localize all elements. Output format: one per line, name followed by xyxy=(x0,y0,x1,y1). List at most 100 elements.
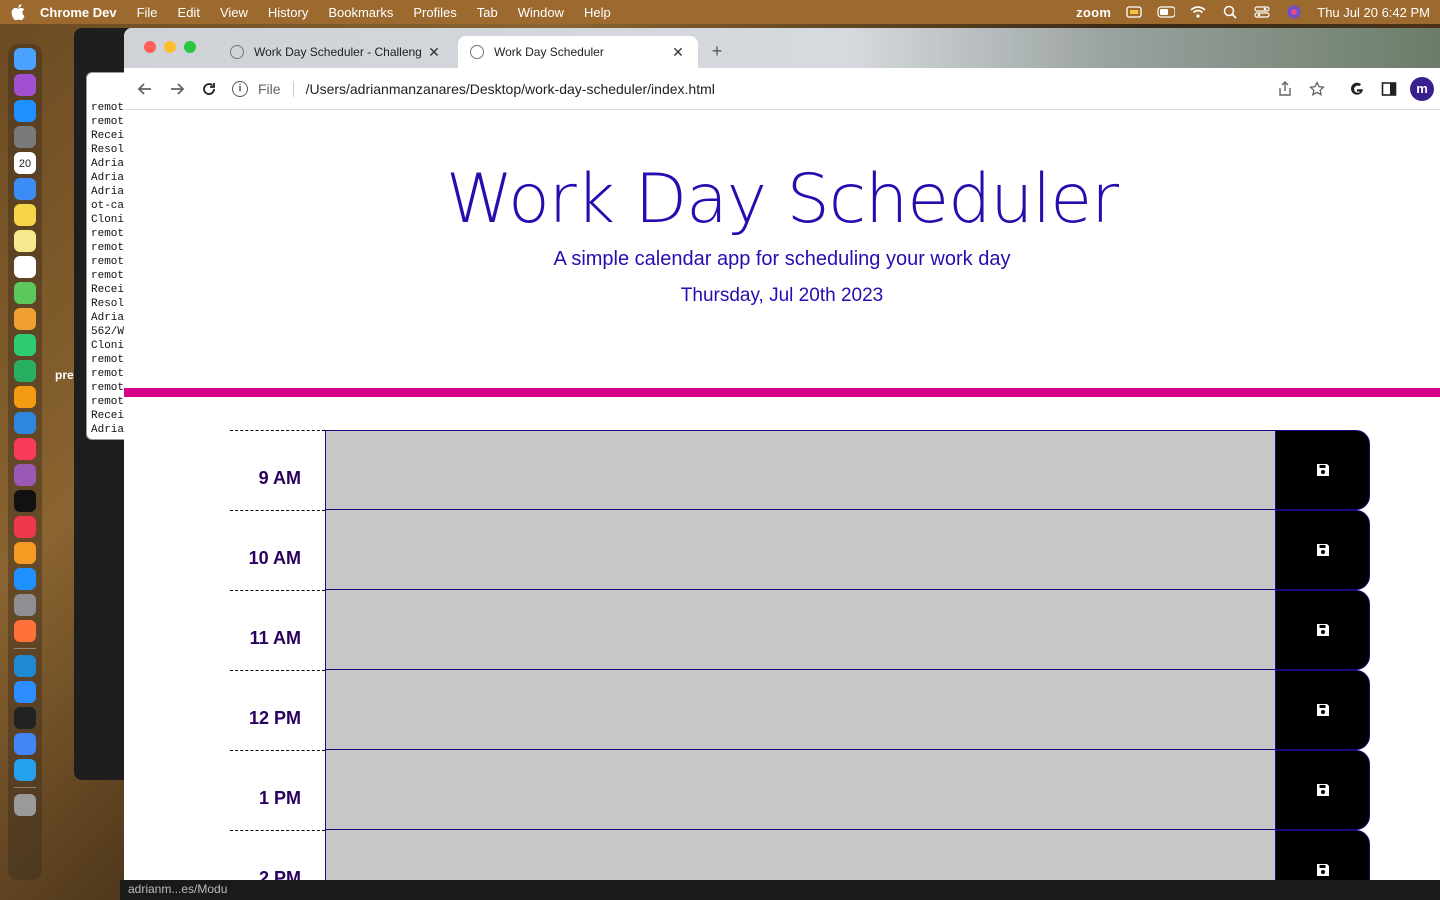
save-button[interactable] xyxy=(1275,830,1370,880)
hour-label: 9 AM xyxy=(230,430,325,510)
url-text[interactable]: /Users/adrianmanzanares/Desktop/work-day… xyxy=(306,81,715,97)
pages-icon[interactable] xyxy=(14,386,36,408)
site-info-icon[interactable]: i xyxy=(232,81,248,97)
side-panel-icon[interactable] xyxy=(1378,78,1400,100)
fullscreen-window-button[interactable] xyxy=(184,41,196,53)
globe-icon xyxy=(230,45,244,59)
facetime-icon[interactable] xyxy=(14,334,36,356)
spotlight-search-icon[interactable] xyxy=(1221,5,1239,19)
tab-strip: Work Day Scheduler - Challeng ✕ Work Day… xyxy=(124,28,1440,68)
firefox-icon[interactable] xyxy=(14,620,36,642)
zoom-icon[interactable] xyxy=(14,681,36,703)
mail-icon[interactable] xyxy=(14,178,36,200)
time-block-row: 1 PM xyxy=(230,750,1370,830)
menu-file[interactable]: File xyxy=(137,5,158,20)
tab-work-day-scheduler[interactable]: Work Day Scheduler ✕ xyxy=(458,36,698,68)
siri-icon[interactable] xyxy=(14,74,36,96)
save-button[interactable] xyxy=(1275,750,1370,830)
tab-challenge[interactable]: Work Day Scheduler - Challeng ✕ xyxy=(218,36,454,68)
clock-datetime[interactable]: Thu Jul 20 6:42 PM xyxy=(1317,5,1430,20)
zoom-status-item[interactable]: zoom xyxy=(1076,5,1111,20)
globe-icon xyxy=(470,45,484,59)
keynote-icon[interactable] xyxy=(14,412,36,434)
apple-icon[interactable] xyxy=(10,4,26,20)
menu-edit[interactable]: Edit xyxy=(178,5,200,20)
launchpad-icon[interactable] xyxy=(14,126,36,148)
page-subtitle: A simple calendar app for scheduling you… xyxy=(553,248,1011,270)
save-button[interactable] xyxy=(1275,590,1370,670)
menu-app-name[interactable]: Chrome Dev xyxy=(40,5,117,20)
vscode-icon[interactable] xyxy=(14,655,36,677)
save-button[interactable] xyxy=(1275,670,1370,750)
terminal-icon[interactable] xyxy=(14,707,36,729)
new-tab-plus-icon[interactable]: + xyxy=(706,40,728,62)
menu-profiles[interactable]: Profiles xyxy=(413,5,456,20)
minimize-window-button[interactable] xyxy=(164,41,176,53)
notes-icon[interactable] xyxy=(14,204,36,226)
address-bar[interactable]: i File /Users/adrianmanzanares/Desktop/w… xyxy=(232,74,1272,104)
floppy-disk-icon xyxy=(1316,784,1329,796)
event-description-textarea[interactable] xyxy=(325,510,1276,590)
menu-help[interactable]: Help xyxy=(584,5,611,20)
back-arrow-icon[interactable] xyxy=(134,78,156,100)
event-description-textarea[interactable] xyxy=(325,830,1276,880)
time-block-list: 9 AM 10 AM 11 AM 12 PM 1 PM 2 PM xyxy=(230,430,1370,880)
menu-window[interactable]: Window xyxy=(518,5,564,20)
maps-icon[interactable] xyxy=(14,282,36,304)
dock-separator xyxy=(14,787,36,788)
browser-toolbar: i File /Users/adrianmanzanares/Desktop/w… xyxy=(124,68,1440,110)
forward-arrow-icon[interactable] xyxy=(166,78,188,100)
stickies-icon[interactable] xyxy=(14,230,36,252)
event-description-textarea[interactable] xyxy=(325,430,1276,510)
tv-icon[interactable] xyxy=(14,490,36,512)
keyboard-input-icon[interactable] xyxy=(1125,5,1143,19)
news-icon[interactable] xyxy=(14,516,36,538)
current-day: Thursday, Jul 20th 2023 xyxy=(680,285,884,306)
podcasts-icon[interactable] xyxy=(14,464,36,486)
finder-path-bar: adrianm...es/Modu xyxy=(120,880,1440,900)
finder-icon[interactable] xyxy=(14,48,36,70)
calendar-icon[interactable]: 20 xyxy=(14,152,36,174)
books-icon[interactable] xyxy=(14,542,36,564)
tab-close-icon[interactable]: ✕ xyxy=(670,44,686,61)
music-icon[interactable] xyxy=(14,438,36,460)
tab-close-icon[interactable]: ✕ xyxy=(426,44,442,61)
hour-label: 10 AM xyxy=(230,510,325,590)
time-block-row: 12 PM xyxy=(230,670,1370,750)
share-icon[interactable] xyxy=(1274,78,1296,100)
siri-icon[interactable] xyxy=(1285,5,1303,19)
system-settings-icon[interactable] xyxy=(14,594,36,616)
floppy-disk-icon xyxy=(1316,624,1329,636)
menu-view[interactable]: View xyxy=(220,5,248,20)
google-extension-icon[interactable] xyxy=(1346,78,1368,100)
app-store-icon[interactable] xyxy=(14,568,36,590)
profile-avatar[interactable]: m xyxy=(1410,77,1434,101)
menu-bookmarks[interactable]: Bookmarks xyxy=(328,5,393,20)
floppy-disk-icon xyxy=(1316,544,1329,556)
save-button[interactable] xyxy=(1275,430,1370,510)
close-window-button[interactable] xyxy=(144,41,156,53)
floppy-disk-icon xyxy=(1316,704,1329,716)
event-description-textarea[interactable] xyxy=(325,750,1276,830)
control-center-icon[interactable] xyxy=(1253,5,1271,19)
safari-icon[interactable] xyxy=(14,100,36,122)
vscode-insiders-icon[interactable] xyxy=(14,759,36,781)
reminders-icon[interactable] xyxy=(14,256,36,278)
menu-history[interactable]: History xyxy=(268,5,308,20)
menu-tab[interactable]: Tab xyxy=(477,5,498,20)
save-button[interactable] xyxy=(1275,510,1370,590)
event-description-textarea[interactable] xyxy=(325,590,1276,670)
time-block-row: 2 PM xyxy=(230,830,1370,880)
trash-icon[interactable] xyxy=(14,794,36,816)
battery-icon[interactable] xyxy=(1157,5,1176,19)
reload-icon[interactable] xyxy=(198,78,220,100)
photos-icon[interactable] xyxy=(14,308,36,330)
floppy-disk-icon xyxy=(1316,464,1329,476)
wifi-icon[interactable] xyxy=(1189,5,1207,19)
numbers-icon[interactable] xyxy=(14,360,36,382)
bookmark-star-icon[interactable] xyxy=(1306,78,1328,100)
hour-label: 12 PM xyxy=(230,670,325,750)
event-description-textarea[interactable] xyxy=(325,670,1276,750)
chrome-icon[interactable] xyxy=(14,733,36,755)
tab-title: Work Day Scheduler xyxy=(494,45,604,59)
